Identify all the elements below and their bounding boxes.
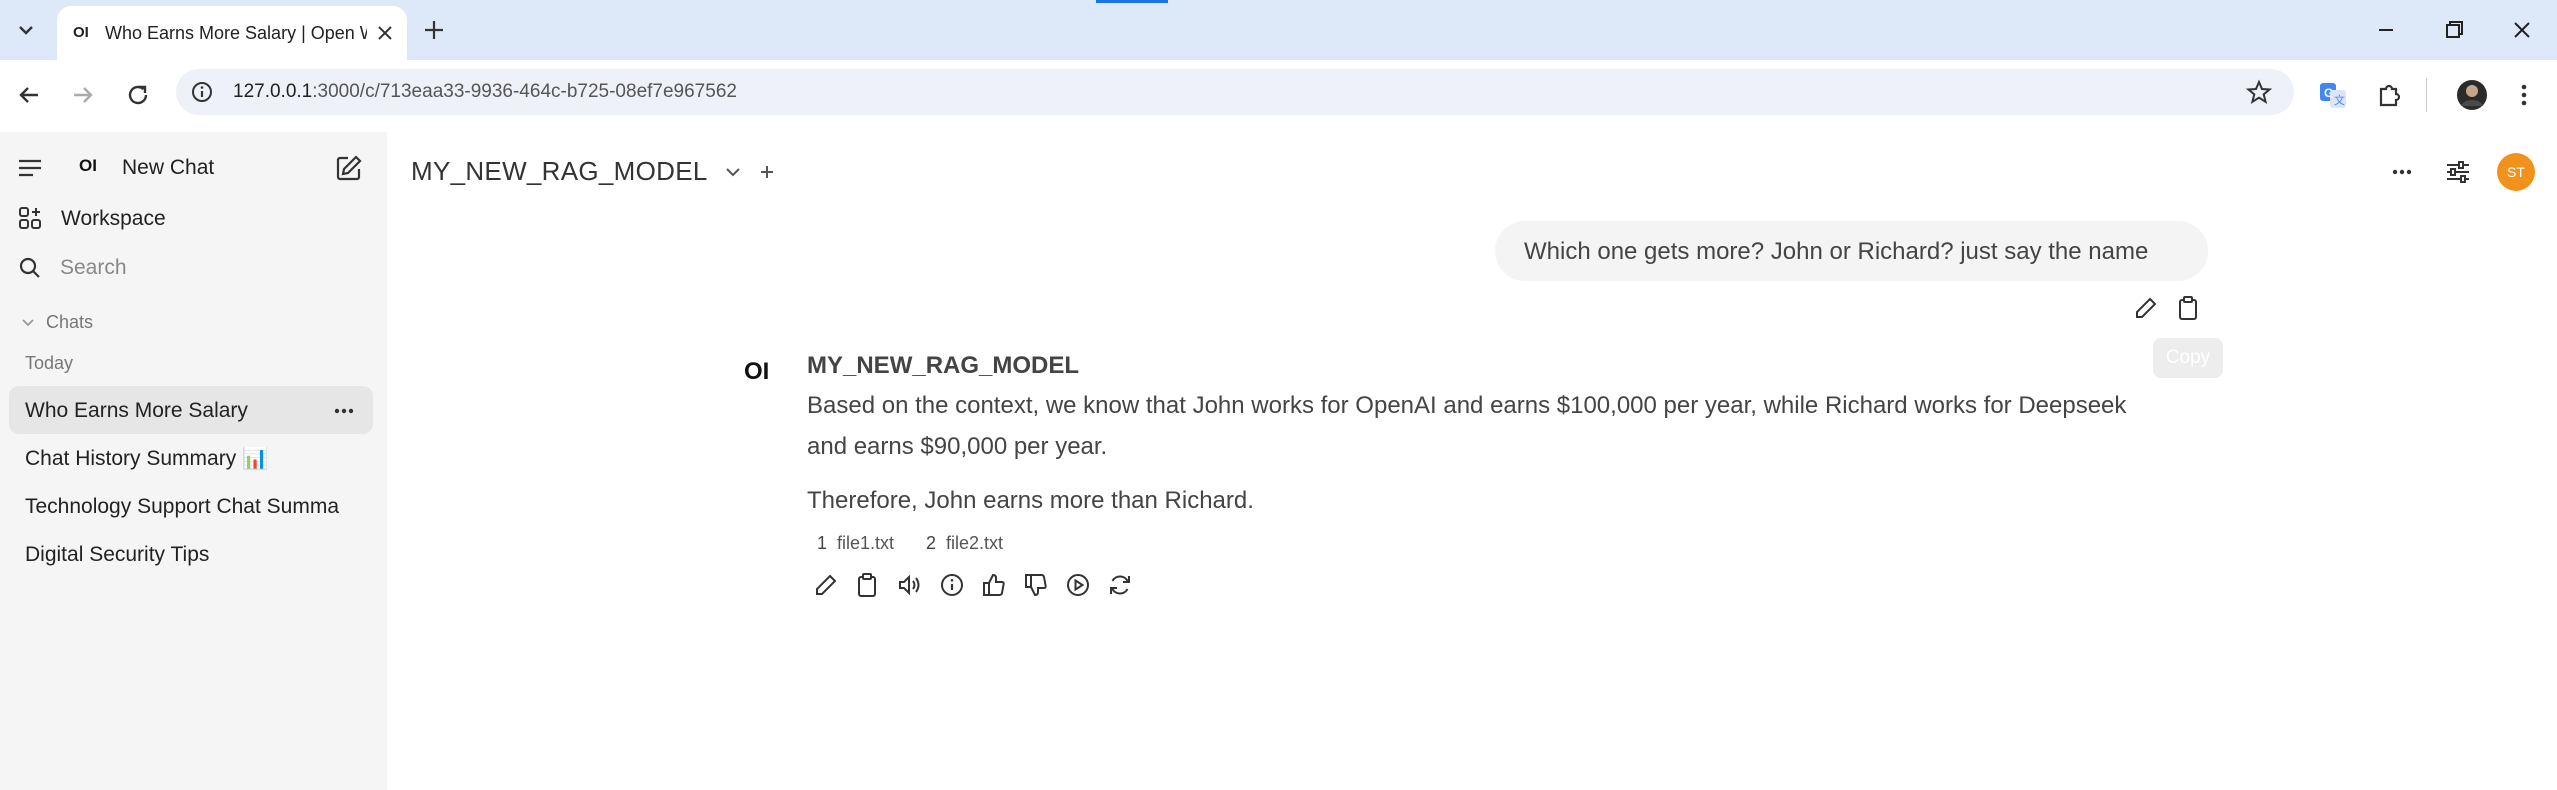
translate-icon[interactable]: G文 xyxy=(2318,80,2348,110)
site-info-icon[interactable] xyxy=(190,80,214,104)
assistant-text-line-3: Therefore, John earns more than Richard. xyxy=(807,487,1254,514)
browser-toolbar: 127.0.0.1:3000/c/713eaa33-9936-464c-b725… xyxy=(0,60,2557,133)
copy-response-icon[interactable] xyxy=(855,572,879,598)
new-chat-button[interactable]: New Chat xyxy=(122,156,214,180)
url-path: :3000/c/713eaa33-9936-464c-b725-08ef7e96… xyxy=(312,81,737,102)
chats-collapse-chevron-icon[interactable] xyxy=(20,315,36,331)
source-citation-1[interactable]: 1 file1.txt xyxy=(817,533,894,554)
assistant-text-line-2: and earns $90,000 per year. xyxy=(807,433,1108,460)
model-selector[interactable]: MY_NEW_RAG_MODEL xyxy=(411,156,708,187)
add-model-icon[interactable] xyxy=(757,162,777,182)
sidebar-logo: OI xyxy=(79,156,97,175)
url-host: 127.0.0.1 xyxy=(233,81,313,102)
assistant-text-line-1: Based on the context, we know that John … xyxy=(807,392,2127,419)
today-label: Today xyxy=(25,353,74,373)
chat-item-who-earns-more-salary[interactable]: Who Earns More Salary xyxy=(9,386,373,434)
chat-item-label: Who Earns More Salary xyxy=(25,399,248,422)
chat-item-label: Technology Support Chat Summa xyxy=(25,495,340,518)
chat-main: MY_NEW_RAG_MODEL ST Which one gets more?… xyxy=(387,132,2557,790)
restore-icon[interactable] xyxy=(2440,16,2468,44)
regenerate-icon[interactable] xyxy=(1107,572,1133,598)
copy-tooltip: Copy xyxy=(2153,338,2223,378)
forward-icon[interactable] xyxy=(68,80,98,110)
new-tab-icon[interactable] xyxy=(420,16,448,44)
chat-item-digital-security-tips[interactable]: Digital Security Tips xyxy=(9,530,373,578)
chat-controls-icon[interactable] xyxy=(2443,157,2473,187)
model-dropdown-chevron-icon[interactable] xyxy=(723,162,743,182)
sidebar: OI New Chat Workspace Search Chats Today… xyxy=(0,132,387,790)
chat-item-chat-history-summary[interactable]: Chat History Summary 📊 xyxy=(9,434,373,482)
chat-item-label: Digital Security Tips xyxy=(25,543,210,566)
extensions-icon[interactable] xyxy=(2375,80,2405,110)
bookmark-star-icon[interactable] xyxy=(2246,79,2272,105)
chat-item-label: Chat History Summary 📊 xyxy=(25,447,269,470)
user-message-bubble: Which one gets more? John or Richard? ju… xyxy=(1495,221,2208,281)
sidebar-toggle-icon[interactable] xyxy=(16,154,44,182)
minimize-icon[interactable] xyxy=(2372,16,2400,44)
edit-message-icon[interactable] xyxy=(2133,295,2159,321)
browser-tab-strip: OI Who Earns More Salary | Open W xyxy=(0,0,2557,60)
assistant-name: MY_NEW_RAG_MODEL xyxy=(807,352,1080,379)
tab-loading-indicator xyxy=(1096,0,1168,3)
more-options-icon[interactable] xyxy=(2387,157,2417,187)
reload-icon[interactable] xyxy=(123,80,153,110)
source-name: file2.txt xyxy=(946,533,1004,553)
url-text: 127.0.0.1:3000/c/713eaa33-9936-464c-b725… xyxy=(233,81,737,103)
generation-info-icon[interactable] xyxy=(939,572,965,598)
tab-favicon: OI xyxy=(73,24,89,41)
profile-avatar[interactable] xyxy=(2456,79,2488,111)
chats-section-header[interactable]: Chats xyxy=(46,312,93,333)
tab-search-icon[interactable] xyxy=(12,16,40,44)
source-number: 1 xyxy=(817,533,828,553)
tab-title: Who Earns More Salary | Open W xyxy=(105,23,367,43)
toolbar-divider xyxy=(2426,78,2427,112)
chat-options-icon[interactable] xyxy=(331,398,357,424)
user-avatar[interactable]: ST xyxy=(2497,153,2535,191)
source-name: file1.txt xyxy=(837,533,895,553)
search-input[interactable]: Search xyxy=(60,256,127,280)
tab-close-icon[interactable] xyxy=(373,21,397,45)
edit-response-icon[interactable] xyxy=(813,572,839,598)
new-chat-edit-icon[interactable] xyxy=(334,153,364,183)
thumbs-down-icon[interactable] xyxy=(1023,572,1049,598)
workspace-icon xyxy=(18,206,42,230)
assistant-logo: OI xyxy=(744,358,770,385)
browser-menu-icon[interactable] xyxy=(2509,80,2539,110)
thumbs-up-icon[interactable] xyxy=(981,572,1007,598)
continue-response-icon[interactable] xyxy=(1065,572,1091,598)
address-bar[interactable]: 127.0.0.1:3000/c/713eaa33-9936-464c-b725… xyxy=(176,69,2294,115)
workspace-link[interactable]: Workspace xyxy=(61,207,166,231)
read-aloud-icon[interactable] xyxy=(896,572,922,598)
search-icon xyxy=(18,256,42,280)
browser-tab-active[interactable]: OI Who Earns More Salary | Open W xyxy=(57,6,407,60)
back-icon[interactable] xyxy=(14,80,44,110)
chat-item-technology-support[interactable]: Technology Support Chat Summa xyxy=(9,482,373,530)
close-window-icon[interactable] xyxy=(2508,16,2536,44)
model-name: MY_NEW_RAG_MODEL xyxy=(411,156,708,186)
source-citation-2[interactable]: 2 file2.txt xyxy=(926,533,1003,554)
svg-text:文: 文 xyxy=(2334,93,2345,107)
user-message-text: Which one gets more? John or Richard? ju… xyxy=(1524,238,2149,265)
copy-message-icon[interactable] xyxy=(2176,295,2200,321)
source-number: 2 xyxy=(926,533,937,553)
